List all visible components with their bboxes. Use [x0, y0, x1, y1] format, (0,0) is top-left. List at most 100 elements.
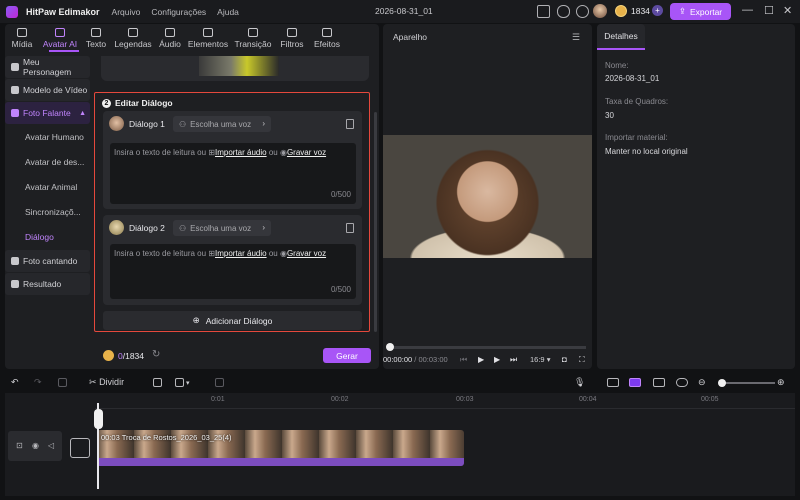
- link-icon[interactable]: [607, 378, 619, 387]
- photo-thumbnail[interactable]: [199, 56, 279, 76]
- detail-value: 2026-08-31_01: [605, 74, 660, 83]
- minimize-button[interactable]: —: [742, 4, 753, 16]
- add-coins-button[interactable]: +: [652, 5, 663, 16]
- ruler-tick: 00:04: [579, 396, 597, 403]
- undo-icon[interactable]: ↶: [11, 377, 19, 388]
- record-voice-link[interactable]: Gravar voz: [287, 249, 326, 258]
- tab-efeitos[interactable]: Efeitos: [309, 24, 345, 52]
- aspect-ratio-select[interactable]: 16:9 ▾: [530, 355, 550, 364]
- trash-icon[interactable]: [346, 119, 354, 129]
- marker-icon[interactable]: [153, 378, 162, 387]
- split-view-icon[interactable]: [653, 378, 665, 387]
- coin-icon: [615, 5, 627, 17]
- snapshot-icon[interactable]: ◘: [562, 355, 567, 364]
- refresh-icon[interactable]: ↻: [152, 349, 160, 360]
- sidebar-item-foto-cantando[interactable]: Foto cantando: [5, 250, 90, 272]
- tab-transicao[interactable]: Transição: [231, 24, 275, 52]
- preview-panel: Aparelho ☰ 00:00:00 / 00:03:00 ⏮ ▶ ▶ ⏭ 1…: [383, 24, 592, 369]
- zoom-slider-handle[interactable]: [718, 379, 726, 387]
- sidebar-item-label: Avatar Humano: [25, 132, 84, 142]
- tab-legendas[interactable]: Legendas: [111, 24, 155, 52]
- tab-filtros[interactable]: Filtros: [275, 24, 309, 52]
- sidebar-item-avatar-humano[interactable]: Avatar Humano: [5, 125, 90, 149]
- skip-back-icon[interactable]: ⏮: [460, 355, 467, 365]
- redo-icon[interactable]: ↷: [34, 377, 42, 388]
- timecode: 00:00:00 / 00:03:00: [383, 355, 448, 364]
- magnet-icon[interactable]: [629, 378, 641, 387]
- step-forward-icon[interactable]: ▶: [494, 355, 500, 364]
- sidebar-item-label: Avatar de des...: [25, 157, 85, 167]
- tab-audio[interactable]: Áudio: [155, 24, 185, 52]
- lock-icon[interactable]: ⊡: [16, 441, 23, 450]
- split-button[interactable]: ✂ Dividir: [89, 377, 124, 388]
- fast-forward-icon[interactable]: ⏭: [510, 355, 517, 365]
- sidebar-item-meu-personagem[interactable]: Meu Personagem: [5, 56, 90, 78]
- menu-configuracoes[interactable]: Configurações: [151, 7, 206, 17]
- record-voice-link[interactable]: Gravar voz: [287, 148, 326, 157]
- timeline: 0:01 00:02 00:03 00:04 00:05 ⊡ ◉ ◁ 00:03…: [5, 393, 795, 496]
- download-icon[interactable]: [576, 5, 589, 18]
- sidebar-item-sincronizacao[interactable]: Sincronizaçõ...: [5, 200, 90, 224]
- sidebar-item-avatar-animal[interactable]: Avatar Animal: [5, 175, 90, 199]
- tab-midia[interactable]: Mídia: [5, 24, 39, 52]
- tab-label: Legendas: [114, 38, 152, 49]
- fullscreen-icon[interactable]: ⛶: [579, 355, 585, 365]
- clip-audio-bar: [97, 458, 464, 466]
- choose-voice-button[interactable]: ⚇ Escolha uma voz ›: [173, 116, 271, 132]
- progress-handle[interactable]: [386, 343, 394, 351]
- scissors-icon: ✂: [89, 377, 97, 387]
- sidebar-item-resultado[interactable]: Resultado: [5, 273, 90, 295]
- dialog-text-input[interactable]: Insira o texto de leitura ou ⊞Importar á…: [110, 244, 356, 299]
- sidebar-item-foto-falante[interactable]: Foto Falante ▲: [5, 102, 90, 124]
- choose-voice-button[interactable]: ⚇ Escolha uma voz ›: [173, 220, 271, 236]
- dialog-text-input[interactable]: Insira o texto de leitura ou ⊞Importar á…: [110, 143, 356, 204]
- menu-ajuda[interactable]: Ajuda: [217, 7, 239, 17]
- playhead-handle[interactable]: [94, 409, 103, 429]
- speaker-avatar[interactable]: [109, 116, 124, 131]
- sidebar-item-modelo-de-video[interactable]: Modelo de Vídeo: [5, 79, 90, 101]
- chevron-up-icon: ▲: [79, 109, 86, 117]
- mute-icon[interactable]: ◁: [48, 441, 54, 450]
- visibility-icon[interactable]: ◉: [32, 441, 39, 450]
- menu-arquivo[interactable]: Arquivo: [112, 7, 141, 17]
- tab-detalhes[interactable]: Detalhes: [597, 24, 645, 50]
- crop-icon[interactable]: [215, 378, 224, 387]
- sidebar-item-label: Modelo de Vídeo: [23, 85, 88, 95]
- export-button[interactable]: ⇪ Exportar: [670, 3, 731, 20]
- zoom-slider[interactable]: [720, 382, 775, 384]
- import-audio-link[interactable]: Importar áudio: [215, 148, 267, 157]
- import-audio-link[interactable]: Importar áudio: [215, 249, 267, 258]
- timeline-toolbar: ↶ ↷ ✂ Dividir ▾ 🎙 ⊖ ⊕: [5, 374, 795, 392]
- scrollbar[interactable]: [374, 112, 377, 332]
- maximize-button[interactable]: ☐: [764, 4, 774, 17]
- video-clip[interactable]: 00:03 Troca de Rostos_2026_03_25(4): [97, 430, 464, 466]
- user-avatar[interactable]: [593, 4, 607, 18]
- delete-icon[interactable]: [58, 378, 67, 387]
- close-button[interactable]: ✕: [783, 4, 792, 17]
- preview-image: [383, 135, 592, 258]
- sidebar-item-avatar-de-desenho[interactable]: Avatar de des...: [5, 150, 90, 174]
- feedback-icon[interactable]: [557, 5, 570, 18]
- menu-icon[interactable]: ☰: [572, 32, 580, 43]
- zoom-out-icon[interactable]: ⊖: [698, 377, 706, 388]
- tab-avatar-ai[interactable]: Avatar AI: [39, 24, 81, 52]
- zoom-in-icon[interactable]: ⊕: [777, 377, 785, 388]
- speaker-avatar[interactable]: [109, 220, 124, 235]
- trash-icon[interactable]: [346, 223, 354, 233]
- microphone-icon[interactable]: 🎙: [574, 377, 585, 388]
- top-tabs: Mídia Avatar AI Texto Legendas Áudio Ele…: [5, 24, 379, 52]
- chevron-down-icon[interactable]: ▾: [186, 379, 190, 387]
- add-media-icon[interactable]: [70, 438, 90, 458]
- tab-texto[interactable]: Texto: [81, 24, 111, 52]
- play-icon[interactable]: ▶: [478, 355, 484, 364]
- playback-progress[interactable]: [389, 346, 586, 349]
- tab-elementos[interactable]: Elementos: [185, 24, 231, 52]
- generate-button[interactable]: Gerar: [323, 348, 371, 363]
- layout-icon[interactable]: [537, 5, 550, 18]
- sidebar-item-dialogo[interactable]: Diálogo: [5, 225, 90, 249]
- transition-icon: [248, 27, 258, 37]
- text-tool-icon[interactable]: [175, 378, 184, 387]
- add-dialog-button[interactable]: ⊕ Adicionar Diálogo: [103, 311, 362, 330]
- chevron-right-icon: ›: [262, 119, 265, 128]
- fit-icon[interactable]: [676, 378, 688, 387]
